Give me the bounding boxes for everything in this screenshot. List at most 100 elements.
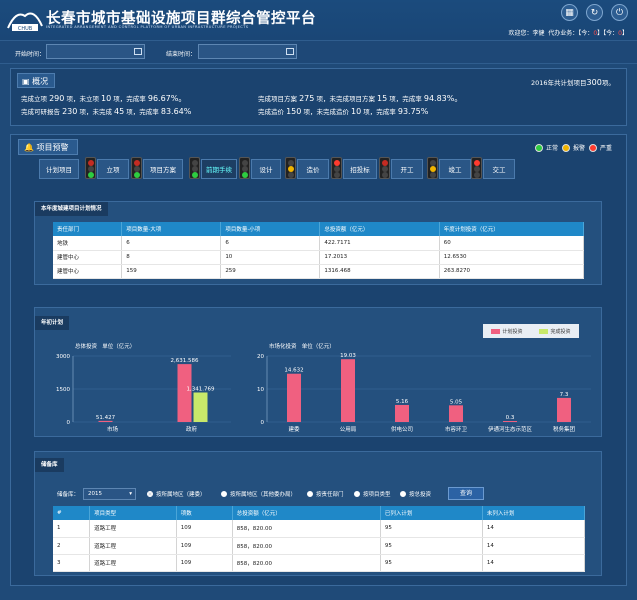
plan-year-text: 2016年共计划项目300项。 [531,77,615,87]
tab-plan-project[interactable]: 计划项目 [39,159,79,179]
warning-title-text: 项目预警 [36,143,69,152]
chart-bar [503,421,517,423]
data-label: 14.632 [284,368,303,374]
radio-icon [354,491,360,497]
radio-by-region-jw[interactable]: 按所属地区（建委） [147,490,206,498]
reserve-label: 储备库 [35,458,64,472]
data-label: 0.3 [506,415,515,421]
x-tick-label: 建委 [288,425,300,433]
column-header: # [53,506,91,520]
data-label: 5.16 [396,399,409,405]
y-tick-label: 0 [67,420,71,426]
radio-icon [307,491,313,497]
tab-completion[interactable]: 竣工 [439,159,471,179]
tab-handover[interactable]: 交工 [483,159,515,179]
y-tick-label: 0 [261,420,265,426]
column-header: 已列入计划 [380,506,483,520]
calendar-icon[interactable] [134,48,142,55]
legend-done[interactable]: 完成投资 [539,328,571,335]
user-name[interactable]: 欢迎您：李健 [508,30,544,37]
power-button[interactable]: ⏻ [611,4,628,21]
refresh-icon: ↻ [590,7,599,18]
traffic-light-icon [427,157,438,179]
column-header: 未列入计划 [482,506,586,520]
y-tick-label: 20 [257,354,264,360]
legend-alarm: 报警 [562,143,585,152]
table-row[interactable]: 建管中心 8 10 17.2013 12.6530 [53,250,585,265]
column-header: 责任部门 [53,222,123,236]
market-investment-chart: 0 10 20 建委 14.632 公用局 19.03 供电公司 5.16 市容环卫 5.05 伊通河… [257,353,591,433]
todo-label: 代办业务：【今： [548,30,594,37]
warning-title: 🔔 项目预警 [18,139,78,155]
power-icon: ⏻ [615,7,624,18]
data-label: 5.05 [450,399,463,405]
todo-end: 】 [621,30,628,37]
apps-button[interactable]: ▦ [561,4,578,21]
data-label: 7.3 [560,392,569,398]
annual-plan-card: 年初计划 计划投资 完成投资 总体投资 单位（亿元） 市场化投资 单位（亿元） … [34,307,602,437]
traffic-light-icon [189,157,200,179]
table-row[interactable]: 3 道路工程 109 858，820.00 95 14 [53,554,586,572]
header: CHUB 长春市城市基础设施项目群综合管控平台 INTEGRATED ARRAN… [0,0,637,40]
table-row[interactable]: 建管中心 159 259 1316.468 263.8270 [53,264,585,279]
logo-icon: CHUB [7,12,43,32]
year-select[interactable]: 2015 ▾ [83,488,136,500]
right-chart-subtitle: 市场化投资 单位（亿元） [269,344,335,350]
table-header-row: # 项目类型 项数 总投资额（亿元） 已列入计划 未列入计划 [53,506,586,520]
start-time-input[interactable] [46,44,145,59]
year-select-value: 2015 [88,491,102,497]
table-row[interactable]: 地铁 6 6 422.7171 60 [53,236,585,251]
x-tick-label: 公用局 [340,426,357,433]
radio-icon [400,491,406,497]
overview-line-2: 完成可研报告 230 项，未完成 45 项，完成率 83.64% [21,107,192,116]
refresh-button[interactable]: ↻ [586,4,603,21]
plan-year-count: 300 [586,78,602,87]
app-subtitle: INTEGRATED ARRANGEMENT AND CONTROL PLATF… [46,25,249,29]
calendar-icon[interactable] [286,48,294,55]
radio-by-type[interactable]: 按项目类型 [354,490,391,498]
x-tick-label: 市容环卫 [445,425,468,433]
traffic-light-icon [471,157,482,179]
plan-table-card: 本年度城建项目计划情况 责任部门 项目数量-大项 项目数量-小项 总投资额（亿元… [34,201,602,285]
radio-by-region-other[interactable]: 按所属地区（其他委办局） [221,490,296,498]
tab-start[interactable]: 开工 [391,159,423,179]
column-header: 项目类型 [89,506,177,520]
column-header: 项目数量-小项 [220,222,321,236]
overview-icon: ▣ [22,77,33,86]
project-warning-panel: 🔔 项目预警 正常 报警 严重 计划项目 立项 项目方案 前期手续 设计 造价 … [10,134,627,586]
query-button[interactable]: 查询 [448,487,484,500]
filter-bar: 开始时间： 结束时间： [0,40,637,64]
tab-design[interactable]: 设计 [251,159,281,179]
chart-bar [449,405,463,422]
legend-normal: 正常 [535,143,558,152]
table-row[interactable]: 2 道路工程 109 858，820.00 95 14 [53,537,586,555]
radio-by-investment[interactable]: 按总投资 [400,490,431,498]
table-row[interactable]: 1 道路工程 109 858，820.00 95 14 [53,520,586,538]
y-tick-label: 1500 [56,387,70,393]
radio-by-department[interactable]: 按责任部门 [307,490,344,498]
legend-plan[interactable]: 计划投资 [491,328,523,335]
chart-legend: 计划投资 完成投资 [483,324,579,338]
user-info: 欢迎您：李健 代办业务：【今：0】【今：0】 [508,28,628,37]
chart-bar [193,392,208,422]
tab-preliminary[interactable]: 前期手续 [201,159,237,179]
end-time-input[interactable] [198,44,297,59]
traffic-light-icon [331,157,342,179]
radio-icon [221,491,227,497]
status-dot-icon [589,143,597,152]
plan-table-label: 本年度城建项目计划情况 [35,202,108,216]
tab-project-plan[interactable]: 项目方案 [143,159,183,179]
tab-cost[interactable]: 造价 [297,159,329,179]
x-tick-label: 税务集团 [553,425,576,433]
chart-bar [341,359,355,422]
tab-approval[interactable]: 立项 [97,159,129,179]
traffic-light-icon [131,157,142,179]
chevron-down-icon: ▾ [129,491,132,497]
traffic-light-icon [379,157,390,179]
tab-bidding[interactable]: 招投标 [343,159,377,179]
reserve-card: 储备库 储备库： 2015 ▾ 按所属地区（建委） 按所属地区（其他委办局） 按责… [34,451,602,576]
bell-icon: 🔔 [24,143,37,152]
column-header: 总投资额（亿元） [232,506,381,520]
column-header: 总投资额（亿元） [319,222,440,236]
traffic-light-icon [239,157,250,179]
